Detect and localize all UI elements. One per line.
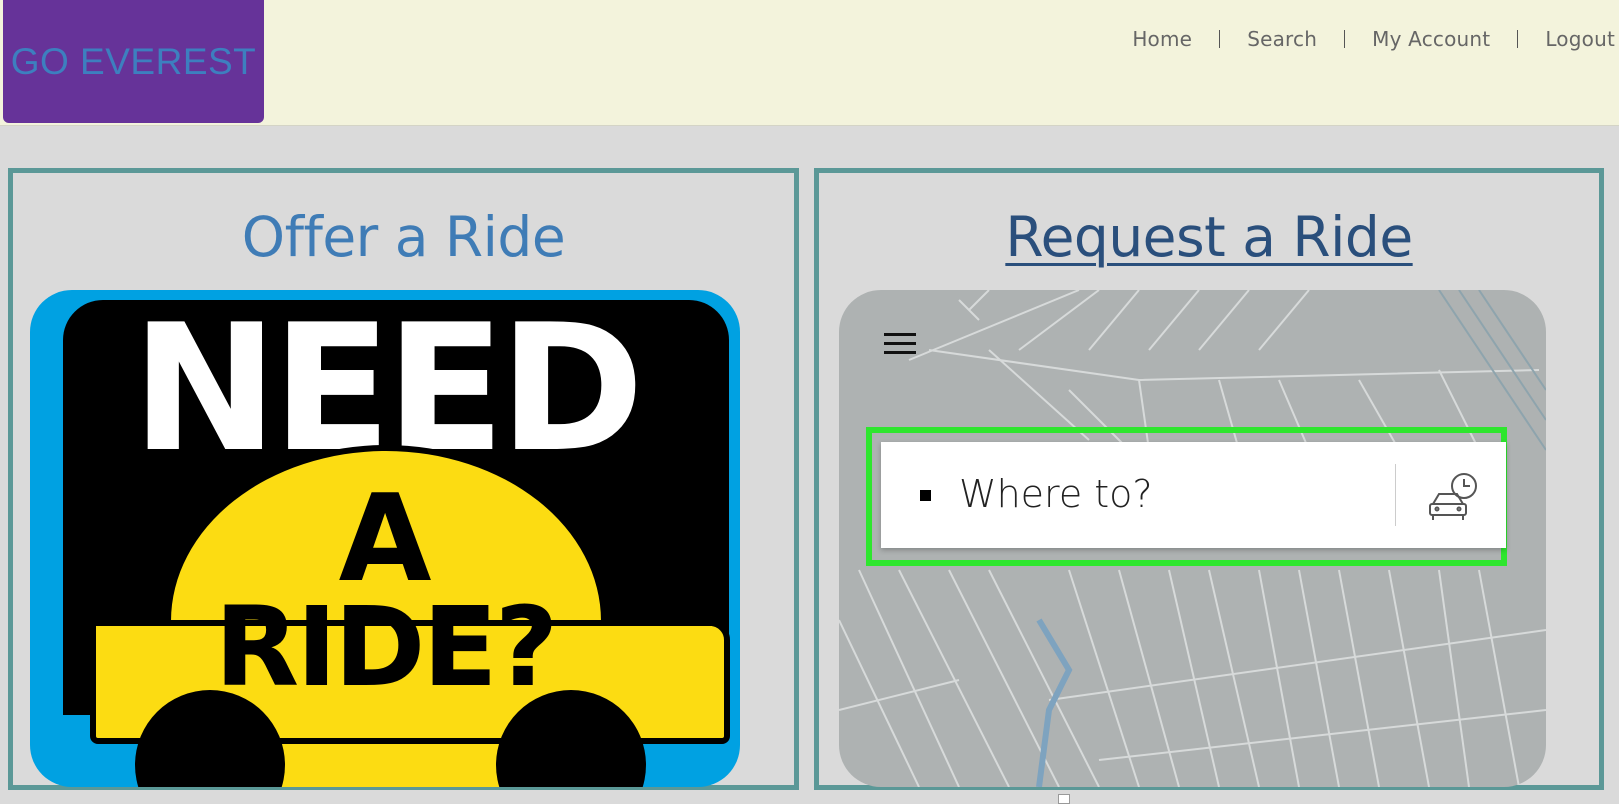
where-to-placeholder[interactable]: Where to? (959, 472, 1153, 516)
nav-search[interactable]: Search (1220, 27, 1344, 51)
request-ride-panel: Request a Ride Where to? (814, 168, 1604, 790)
search-divider (1395, 464, 1396, 526)
offer-ride-title: Offer a Ride (241, 205, 566, 269)
destination-bullet-icon (920, 490, 931, 501)
site-logo[interactable]: GO EVEREST (3, 0, 264, 123)
request-ride-title[interactable]: Request a Ride (819, 205, 1599, 269)
nav-logout[interactable]: Logout (1518, 27, 1615, 51)
nav-my-account[interactable]: My Account (1345, 27, 1517, 51)
header-bar: GO EVEREST Home Search My Account Logout (0, 0, 1619, 126)
map-preview[interactable]: Where to? (839, 290, 1546, 787)
nav-home[interactable]: Home (1105, 27, 1219, 51)
offer-ride-panel: Offer a Ride NEED A RIDE? (8, 168, 799, 790)
image-text-a: A (338, 470, 432, 609)
schedule-ride-icon[interactable] (1427, 472, 1479, 524)
main-nav: Home Search My Account Logout (1105, 22, 1615, 56)
image-text-ride: RIDE? (214, 583, 559, 711)
where-to-search-bar[interactable]: Where to? (881, 442, 1506, 548)
logo-text: GO EVEREST (10, 40, 257, 82)
need-a-ride-image[interactable]: NEED A RIDE? (30, 290, 740, 787)
hamburger-menu-icon[interactable] (884, 333, 916, 355)
document-icon (1058, 794, 1070, 804)
